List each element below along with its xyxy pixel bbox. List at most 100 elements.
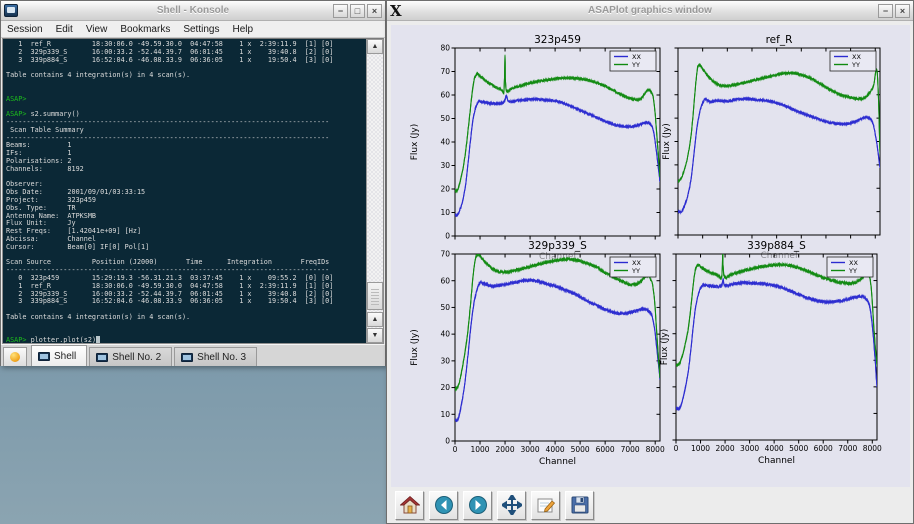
forward-button[interactable] xyxy=(463,491,492,520)
terminal-text: Channels: 8192 xyxy=(6,165,84,173)
svg-text:2000: 2000 xyxy=(496,445,515,454)
menu-item-edit[interactable]: Edit xyxy=(56,24,73,35)
terminal-text: 1 ref_R 18:30:06.0 -49.59.30.0 04:47:58 … xyxy=(6,40,333,48)
svg-text:0: 0 xyxy=(445,437,450,446)
konsole-titlebar[interactable]: Shell - Konsole − □ × xyxy=(1,1,385,21)
tab-shell[interactable]: Shell xyxy=(31,345,87,366)
svg-text:8000: 8000 xyxy=(646,445,665,454)
menu-item-help[interactable]: Help xyxy=(232,24,253,35)
save-icon xyxy=(570,495,590,515)
terminal-text: Beams: 1 xyxy=(6,141,71,149)
svg-text:60: 60 xyxy=(440,276,450,285)
scroll-up-icon[interactable]: ▲ xyxy=(367,39,383,54)
svg-text:4000: 4000 xyxy=(765,444,784,453)
terminal-text: IFs: 1 xyxy=(6,149,71,157)
back-button[interactable] xyxy=(429,491,458,520)
asaplot-titlebar[interactable]: X ASAPlot graphics window − × xyxy=(387,1,913,21)
svg-text:Channel: Channel xyxy=(761,251,798,261)
new-session-icon xyxy=(10,352,20,362)
terminal-text: Project: 323p459 xyxy=(6,196,96,204)
prompt-text: ASAP> xyxy=(6,336,31,343)
figure-svg: 01020304050607080323p459ChannelFlux (Jy)… xyxy=(391,25,910,487)
maximize-button[interactable]: □ xyxy=(350,4,365,18)
plot-canvas[interactable]: 01020304050607080323p459ChannelFlux (Jy)… xyxy=(391,25,910,487)
terminal-text: s2.summary() xyxy=(31,110,80,118)
subplots-button[interactable] xyxy=(531,491,560,520)
home-button[interactable] xyxy=(395,491,424,520)
terminal-text: ----------------------------------------… xyxy=(6,266,329,274)
menu-item-view[interactable]: View xyxy=(86,24,108,35)
svg-text:40: 40 xyxy=(440,138,450,147)
save-button[interactable] xyxy=(565,491,594,520)
tab-shell-no-2[interactable]: Shell No. 2 xyxy=(89,347,172,366)
scrollbar-thumb[interactable] xyxy=(367,282,383,310)
svg-text:Channel: Channel xyxy=(758,456,795,466)
terminal-tab-icon xyxy=(38,352,50,361)
svg-text:50: 50 xyxy=(440,303,450,312)
minimize-button[interactable]: − xyxy=(333,4,348,18)
terminal-text: Scan Table Summary xyxy=(6,126,84,134)
pan-button[interactable] xyxy=(497,491,526,520)
svg-text:3000: 3000 xyxy=(740,444,759,453)
close-button[interactable]: × xyxy=(895,4,910,18)
menu-item-session[interactable]: Session xyxy=(7,24,43,35)
subplot-ref_R: ref_RChannelFlux (Jy)XXYY xyxy=(662,34,880,261)
svg-text:Flux (Jy): Flux (Jy) xyxy=(662,123,672,160)
terminal-text: 1 ref_R 18:30:06.0 -49.59.30.0 04:47:58 … xyxy=(6,282,333,290)
terminal-text: Table contains 4 integration(s) in 4 sca… xyxy=(6,71,190,79)
x11-app-icon: X xyxy=(390,4,402,18)
prompt-text: ASAP> xyxy=(6,110,31,118)
svg-text:10: 10 xyxy=(440,208,450,217)
subplot-339p884_S: 010002000300040005000600070008000339p884… xyxy=(660,240,882,466)
terminal-text: Table contains 4 integration(s) in 4 sca… xyxy=(6,313,190,321)
terminal-text: Obs. Type: TR xyxy=(6,204,76,212)
menu-item-bookmarks[interactable]: Bookmarks xyxy=(120,24,170,35)
terminal-text: Scan Source Position (J2000) Time Integr… xyxy=(6,258,329,266)
scroll-down-icon[interactable]: ▼ xyxy=(367,328,383,343)
svg-text:70: 70 xyxy=(440,250,450,259)
svg-text:XX: XX xyxy=(849,259,858,267)
svg-text:ref_R: ref_R xyxy=(766,34,793,46)
menu-item-settings[interactable]: Settings xyxy=(183,24,219,35)
subplots-edit-icon xyxy=(536,495,556,515)
terminal-text: 2 329p339_S 16:00:33.2 -52.44.39.7 06:01… xyxy=(6,290,333,298)
terminal-scrollbar[interactable]: ▲ ▲ ▼ xyxy=(366,39,383,343)
home-icon xyxy=(400,495,420,515)
konsole-tabbar: Shell Shell No. 2Shell No. 3 xyxy=(1,344,385,366)
svg-text:XX: XX xyxy=(632,53,641,61)
back-icon xyxy=(434,495,454,515)
prompt-text: ASAP> xyxy=(6,95,31,103)
svg-text:3000: 3000 xyxy=(521,445,540,454)
terminal-text: Rest Freqs: [1.42041e+09] [Hz] xyxy=(6,227,141,235)
subplot-323p459: 01020304050607080323p459ChannelFlux (Jy)… xyxy=(410,34,660,262)
svg-text:40: 40 xyxy=(440,330,450,339)
konsole-title: Shell - Konsole xyxy=(1,5,385,16)
tab-label: Shell xyxy=(54,351,76,362)
svg-text:1000: 1000 xyxy=(691,444,710,453)
terminal-tab-icon xyxy=(181,353,193,362)
terminal-text: Polarisations: 2 xyxy=(6,157,71,165)
scroll-up2-icon[interactable]: ▲ xyxy=(367,312,383,327)
konsole-window: Shell - Konsole − □ × Session Edit View Boo… xyxy=(0,0,386,366)
svg-text:1000: 1000 xyxy=(470,445,489,454)
svg-text:80: 80 xyxy=(440,44,450,53)
svg-text:XX: XX xyxy=(852,53,861,61)
svg-text:YY: YY xyxy=(631,61,640,69)
terminal-text: 3 339p884_S 16:52:04.6 -46.08.33.9 06:36… xyxy=(6,56,333,64)
pan-icon xyxy=(502,495,522,515)
svg-text:4000: 4000 xyxy=(546,445,565,454)
svg-text:Flux (Jy): Flux (Jy) xyxy=(660,329,670,366)
terminal-text: Obs Date: 2001/09/01/03:33:15 xyxy=(6,188,145,196)
terminal-text: Abcissa: Channel xyxy=(6,235,96,243)
terminal-tab-icon xyxy=(96,353,108,362)
svg-text:10: 10 xyxy=(440,410,450,419)
tab-shell-no-3[interactable]: Shell No. 3 xyxy=(174,347,257,366)
svg-text:7000: 7000 xyxy=(838,444,857,453)
close-button[interactable]: × xyxy=(367,4,382,18)
new-session-button[interactable] xyxy=(3,347,27,366)
konsole-app-icon xyxy=(4,4,18,17)
terminal-text: Flux Unit: Jy xyxy=(6,219,76,227)
minimize-button[interactable]: − xyxy=(878,4,893,18)
terminal-output[interactable]: 1 ref_R 18:30:06.0 -49.59.30.0 04:47:58 … xyxy=(3,39,366,343)
svg-text:XX: XX xyxy=(632,259,641,267)
